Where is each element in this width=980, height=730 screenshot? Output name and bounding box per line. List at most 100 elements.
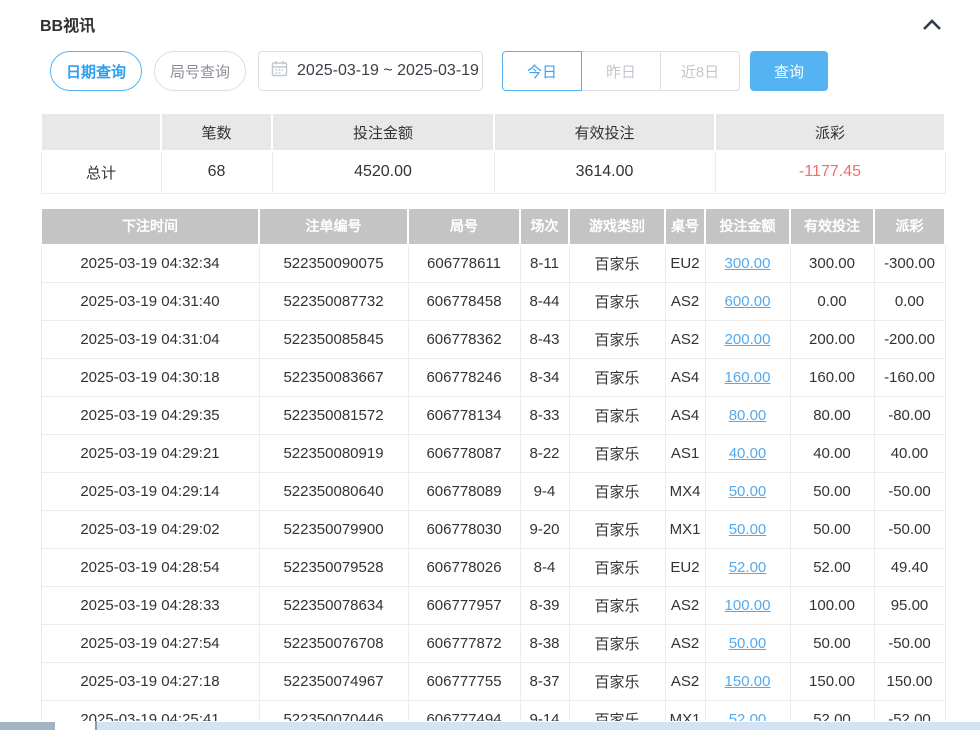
range-yesterday-button[interactable]: 昨日 [581, 51, 661, 91]
collapse-button[interactable] [920, 16, 944, 33]
summary-total-label: 总计 [41, 151, 161, 193]
cell-round-number: 606777957 [408, 587, 520, 625]
cell-bet-number: 522350081572 [259, 397, 408, 435]
cell-valid-bet: 300.00 [790, 245, 874, 283]
scrollbar-thumb[interactable] [0, 722, 55, 730]
cell-bet-number: 522350080640 [259, 473, 408, 511]
cell-bet-amount: 40.00 [705, 435, 790, 473]
cell-bet-amount: 300.00 [705, 245, 790, 283]
cell-bet-time: 2025-03-19 04:29:02 [41, 511, 259, 549]
cell-session: 8-44 [520, 283, 569, 321]
cell-table-number: AS2 [665, 321, 705, 359]
scrollbar-track[interactable] [97, 722, 980, 730]
table-row: 2025-03-19 04:30:18522350083667606778246… [41, 359, 945, 397]
cell-game-type: 百家乐 [569, 587, 665, 625]
cell-bet-time: 2025-03-19 04:28:54 [41, 549, 259, 587]
bet-amount-link[interactable]: 150.00 [725, 673, 771, 690]
cell-valid-bet: 160.00 [790, 359, 874, 397]
cell-table-number: AS2 [665, 663, 705, 701]
summary-total-valid-bet: 3614.00 [494, 151, 715, 193]
col-bet-amount: 投注金额 [705, 208, 790, 245]
bet-amount-link[interactable]: 200.00 [725, 331, 771, 348]
bet-amount-link[interactable]: 50.00 [729, 635, 767, 652]
bet-amount-link[interactable]: 80.00 [729, 407, 767, 424]
cell-table-number: AS4 [665, 359, 705, 397]
col-bet-time: 下注时间 [41, 208, 259, 245]
bet-amount-link[interactable]: 600.00 [725, 293, 771, 310]
cell-payout: 0.00 [874, 283, 945, 321]
cell-bet-amount: 80.00 [705, 397, 790, 435]
cell-session: 8-38 [520, 625, 569, 663]
cell-game-type: 百家乐 [569, 435, 665, 473]
bet-amount-link[interactable]: 50.00 [729, 483, 767, 500]
table-row: 2025-03-19 04:29:14522350080640606778089… [41, 473, 945, 511]
search-button[interactable]: 查询 [750, 51, 828, 91]
cell-bet-number: 522350087732 [259, 283, 408, 321]
bet-amount-link[interactable]: 40.00 [729, 445, 767, 462]
summary-total-count: 68 [161, 151, 272, 193]
cell-game-type: 百家乐 [569, 359, 665, 397]
bet-amount-link[interactable]: 300.00 [725, 255, 771, 272]
cell-session: 8-4 [520, 549, 569, 587]
cell-table-number: EU2 [665, 245, 705, 283]
cell-round-number: 606778458 [408, 283, 520, 321]
cell-bet-amount: 600.00 [705, 283, 790, 321]
cell-valid-bet: 150.00 [790, 663, 874, 701]
range-last8days-button[interactable]: 近8日 [660, 51, 740, 91]
cell-bet-amount: 50.00 [705, 511, 790, 549]
col-payout: 派彩 [874, 208, 945, 245]
bet-table-header-row: 下注时间 注单编号 局号 场次 游戏类别 桌号 投注金额 有效投注 派彩 [41, 208, 945, 245]
cell-round-number: 606778611 [408, 245, 520, 283]
summary-col-valid-bet: 有效投注 [494, 113, 715, 151]
bet-amount-link[interactable]: 50.00 [729, 521, 767, 538]
panel-titlebar: BB视讯 [40, 12, 944, 36]
summary-col-bet-amount: 投注金额 [272, 113, 494, 151]
bet-amount-link[interactable]: 100.00 [725, 597, 771, 614]
bet-amount-link[interactable]: 160.00 [725, 369, 771, 386]
cell-bet-time: 2025-03-19 04:29:14 [41, 473, 259, 511]
quick-range-group: 今日 昨日 近8日 [502, 51, 740, 91]
cell-table-number: AS4 [665, 397, 705, 435]
bet-amount-link[interactable]: 52.00 [729, 559, 767, 576]
col-valid-bet: 有效投注 [790, 208, 874, 245]
cell-valid-bet: 80.00 [790, 397, 874, 435]
cell-game-type: 百家乐 [569, 511, 665, 549]
cell-bet-number: 522350079528 [259, 549, 408, 587]
cell-game-type: 百家乐 [569, 245, 665, 283]
cell-game-type: 百家乐 [569, 473, 665, 511]
cell-bet-number: 522350080919 [259, 435, 408, 473]
summary-col-payout: 派彩 [715, 113, 945, 151]
summary-col-blank [41, 113, 161, 151]
cell-session: 9-4 [520, 473, 569, 511]
date-range-picker[interactable]: 2025-03-19 ~ 2025-03-19 [258, 51, 483, 91]
cell-session: 8-39 [520, 587, 569, 625]
cell-valid-bet: 50.00 [790, 473, 874, 511]
cell-valid-bet: 0.00 [790, 283, 874, 321]
summary-header-row: 笔数 投注金额 有效投注 派彩 [41, 113, 945, 151]
summary-table: 笔数 投注金额 有效投注 派彩 总计 68 4520.00 3614.00 -1… [40, 112, 946, 194]
col-round-number: 局号 [408, 208, 520, 245]
round-query-tab[interactable]: 局号查询 [154, 51, 246, 91]
range-today-button[interactable]: 今日 [502, 51, 582, 91]
date-query-tab[interactable]: 日期查询 [50, 51, 142, 91]
cell-game-type: 百家乐 [569, 283, 665, 321]
cell-payout: -50.00 [874, 625, 945, 663]
cell-session: 8-43 [520, 321, 569, 359]
cell-payout: -80.00 [874, 397, 945, 435]
cell-payout: 150.00 [874, 663, 945, 701]
table-row: 2025-03-19 04:31:04522350085845606778362… [41, 321, 945, 359]
cell-bet-number: 522350090075 [259, 245, 408, 283]
cell-bet-number: 522350074967 [259, 663, 408, 701]
cell-session: 8-22 [520, 435, 569, 473]
cell-payout: 49.40 [874, 549, 945, 587]
cell-payout: -200.00 [874, 321, 945, 359]
summary-col-count: 笔数 [161, 113, 272, 151]
cell-session: 8-37 [520, 663, 569, 701]
cell-table-number: AS2 [665, 587, 705, 625]
cell-payout: -50.00 [874, 511, 945, 549]
cell-valid-bet: 50.00 [790, 511, 874, 549]
table-row: 2025-03-19 04:27:54522350076708606777872… [41, 625, 945, 663]
cell-table-number: MX4 [665, 473, 705, 511]
summary-total-payout: -1177.45 [715, 151, 945, 193]
cell-session: 8-11 [520, 245, 569, 283]
